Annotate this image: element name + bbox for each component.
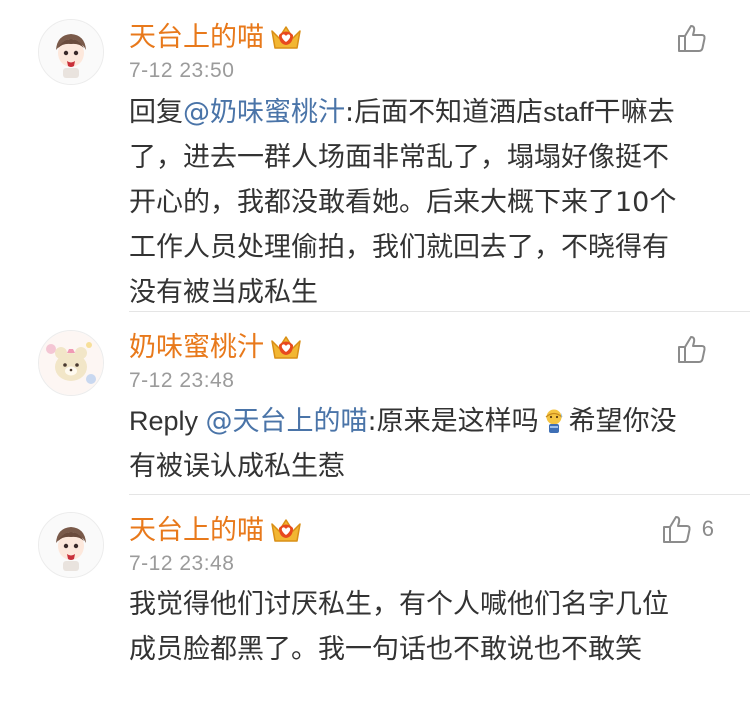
comment-item: 天台上的喵 7-12 23:50 回复@奶味蜜桃汁:后面不知道酒店staff干嘛… xyxy=(0,0,750,312)
comment-line: 工作人员处理偷拍，我们就回去了，不晓得有 xyxy=(129,232,669,263)
timestamp: 7-12 23:50 xyxy=(129,59,235,82)
timestamp: 7-12 23:48 xyxy=(129,552,235,575)
comment-item: 奶味蜜桃汁 7-12 23:48 Reply @天台上的喵:原来是这样吗 希望你没… xyxy=(0,312,750,495)
avatar[interactable] xyxy=(38,330,104,396)
like-button[interactable] xyxy=(676,333,717,365)
avatar[interactable] xyxy=(38,19,104,85)
comment-text: Reply @天台上的喵:原来是这样吗 希望你没 有被误认成私生惹 xyxy=(129,399,714,489)
comment-text: 回复@奶味蜜桃汁:后面不知道酒店staff干嘛去 了，进去一群人场面非常乱了，塌… xyxy=(129,90,714,315)
comment-item: 天台上的喵 7-12 23:48 我觉得他们讨厌私生，有个人喊他们名字几位 成员… xyxy=(0,495,750,702)
username[interactable]: 天台上的喵 xyxy=(129,20,264,56)
name-row: 天台上的喵 xyxy=(129,20,303,56)
mention-link[interactable]: @奶味蜜桃汁 xyxy=(183,97,345,128)
mention-link[interactable]: @天台上的喵 xyxy=(206,406,368,437)
username[interactable]: 奶味蜜桃汁 xyxy=(129,330,264,366)
crown-badge-icon xyxy=(269,23,303,53)
comment-line: 开心的，我都没敢看她。后来大概下来了10个 xyxy=(129,187,677,218)
timestamp: 7-12 23:48 xyxy=(129,369,235,392)
avatar[interactable] xyxy=(38,512,104,578)
name-row: 奶味蜜桃汁 xyxy=(129,330,303,366)
comment-line: Reply @天台上的喵:原来是这样吗 希望你没 xyxy=(129,399,714,444)
thumbs-up-icon xyxy=(661,513,693,545)
crown-badge-icon xyxy=(269,516,303,546)
comment-line: 回复@奶味蜜桃汁:后面不知道酒店staff干嘛去 xyxy=(129,97,675,128)
reply-prefix: 回复 xyxy=(129,97,183,128)
crown-badge-icon xyxy=(269,333,303,363)
comment-line: 没有被当成私生 xyxy=(129,277,318,308)
comment-line: 有被误认成私生惹 xyxy=(129,451,345,482)
sweat-emoji-icon xyxy=(543,403,565,433)
thumbs-up-icon xyxy=(676,333,708,365)
comment-line: 成员脸都黑了。我一句话也不敢说也不敢笑 xyxy=(129,634,642,665)
comment-thread: 天台上的喵 7-12 23:50 回复@奶味蜜桃汁:后面不知道酒店staff干嘛… xyxy=(0,0,750,702)
reply-prefix: Reply xyxy=(129,406,206,436)
thumbs-up-icon xyxy=(676,22,708,54)
like-button[interactable] xyxy=(676,22,717,54)
username[interactable]: 天台上的喵 xyxy=(129,513,264,549)
like-button[interactable]: 6 xyxy=(661,513,714,545)
comment-line: 了，进去一群人场面非常乱了，塌塌好像挺不 xyxy=(129,142,669,173)
comment-text: 我觉得他们讨厌私生，有个人喊他们名字几位 成员脸都黑了。我一句话也不敢说也不敢笑 xyxy=(129,582,714,672)
like-count: 6 xyxy=(701,516,714,541)
name-row: 天台上的喵 xyxy=(129,513,303,549)
comment-line: 我觉得他们讨厌私生，有个人喊他们名字几位 xyxy=(129,589,669,620)
